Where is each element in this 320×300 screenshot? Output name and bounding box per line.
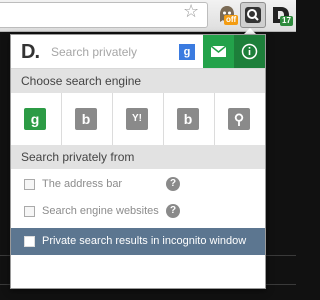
- yahoo-icon: Y!: [126, 108, 148, 130]
- google-icon: g: [24, 108, 46, 130]
- address-bar-checkbox[interactable]: [24, 179, 35, 190]
- bing-icon: b: [75, 108, 97, 130]
- engine-blekko[interactable]: b: [164, 93, 215, 145]
- ghostery-badge: off: [224, 15, 239, 25]
- magnifier-icon: [245, 7, 261, 23]
- engine-google[interactable]: g: [11, 93, 62, 145]
- engines-section-title: Choose search engine: [11, 69, 265, 93]
- other-engine-icon: ⚲: [228, 108, 250, 130]
- search-input[interactable]: [49, 39, 181, 65]
- search-bar: D. g: [11, 35, 265, 69]
- selected-engine-button[interactable]: g: [179, 44, 195, 60]
- envelope-icon: [210, 45, 227, 57]
- mail-button[interactable]: [203, 35, 234, 68]
- option-label: The address bar: [42, 178, 123, 190]
- info-icon: [241, 43, 258, 60]
- incognito-label: Private search results in incognito wind…: [42, 235, 247, 247]
- option-engine-websites: Search engine websites ?: [11, 197, 265, 225]
- blekko-icon: b: [177, 108, 199, 130]
- d-extension-badge: 17: [280, 16, 293, 26]
- privacy-section-title: Search privately from: [11, 145, 265, 169]
- engine-other[interactable]: ⚲: [215, 93, 265, 145]
- logo: D.: [21, 41, 40, 63]
- help-icon[interactable]: ?: [166, 177, 180, 191]
- engine-websites-checkbox[interactable]: [24, 206, 35, 217]
- info-button[interactable]: [234, 35, 265, 68]
- bookmark-star-icon[interactable]: ☆: [183, 2, 199, 22]
- help-icon[interactable]: ?: [166, 204, 180, 218]
- incognito-option[interactable]: Private search results in incognito wind…: [11, 228, 265, 255]
- private-search-extension-icon[interactable]: [240, 2, 266, 28]
- engine-bing[interactable]: b: [62, 93, 113, 145]
- private-search-popup: D. g Choose search engine g b Y!: [10, 34, 266, 289]
- incognito-checkbox[interactable]: [24, 236, 35, 247]
- option-address-bar: The address bar ?: [11, 170, 265, 198]
- d-extension-icon[interactable]: 17: [270, 4, 294, 28]
- engine-grid: g b Y! b ⚲: [11, 93, 265, 145]
- address-bar[interactable]: [0, 2, 208, 28]
- ghostery-extension-icon[interactable]: off: [216, 4, 239, 26]
- engine-yahoo[interactable]: Y!: [113, 93, 164, 145]
- option-label: Search engine websites: [42, 205, 159, 217]
